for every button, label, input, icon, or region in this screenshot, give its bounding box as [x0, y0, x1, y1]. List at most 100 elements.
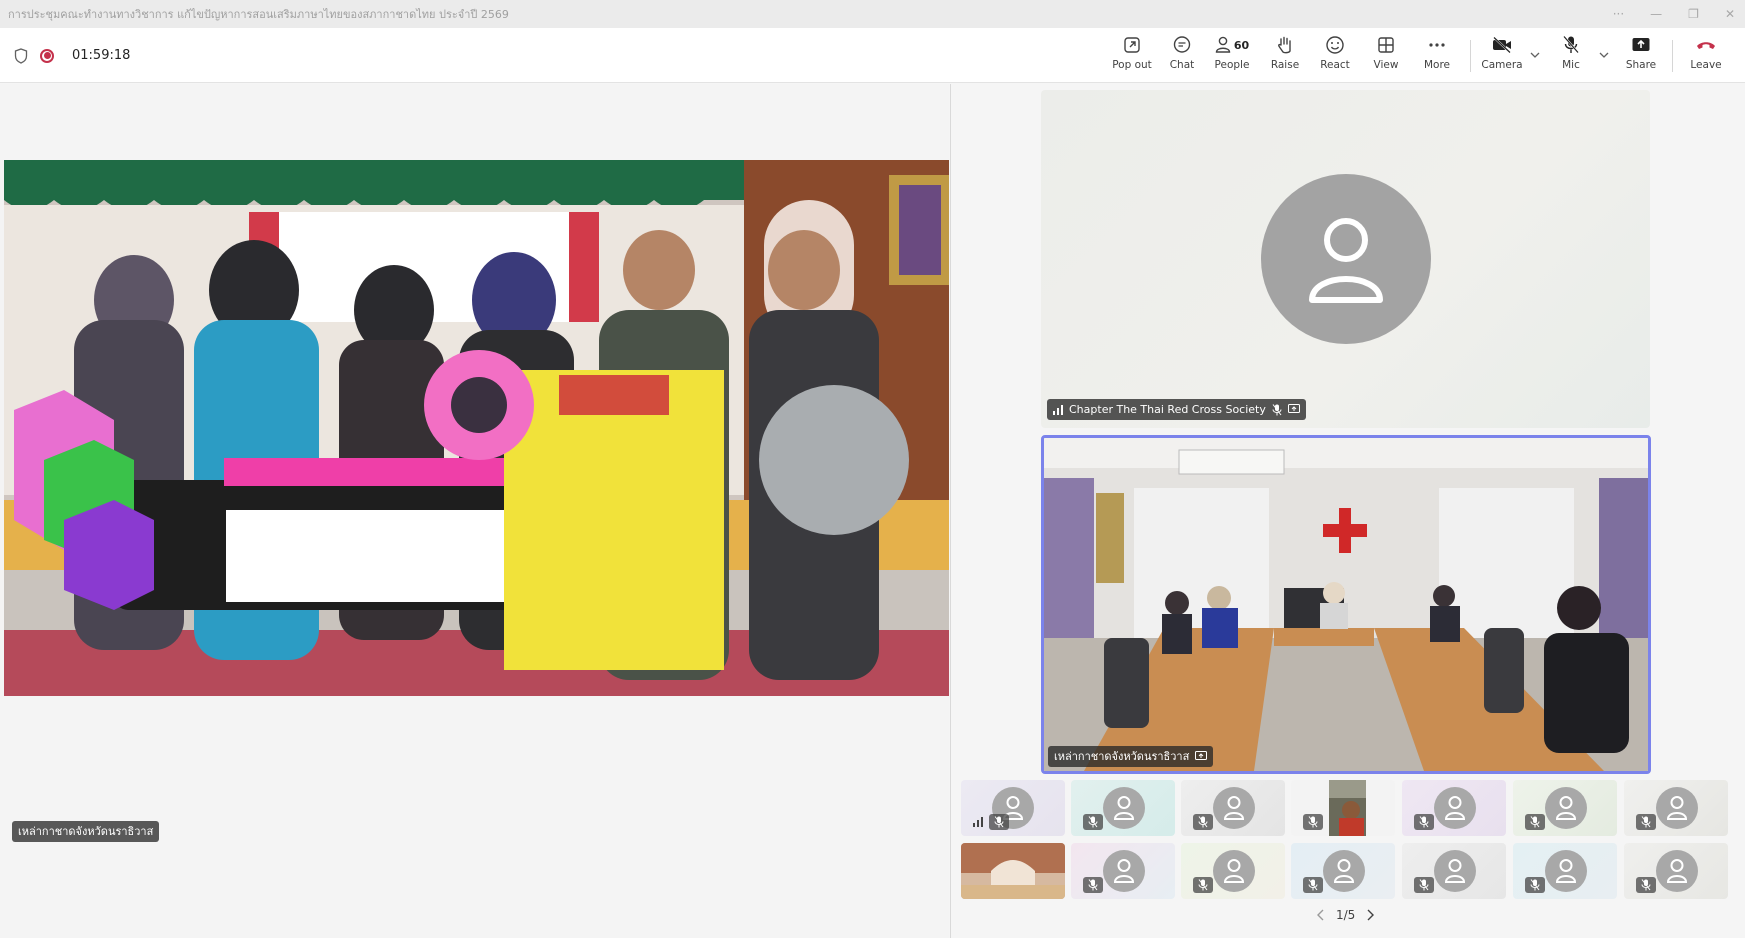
window-controls: ··· — ❐ ✕: [1613, 0, 1735, 28]
mic-off-icon: [1419, 879, 1429, 891]
share-icon: [1632, 38, 1650, 51]
participant-background-image: [961, 843, 1065, 899]
chat-label: Chat: [1169, 59, 1195, 71]
mic-muted-badge: [1083, 814, 1103, 830]
people-label: People: [1214, 59, 1250, 71]
mic-off-icon: [1563, 35, 1579, 54]
participant-thumbnail[interactable]: [1513, 843, 1617, 899]
person-icon: [1555, 859, 1577, 883]
participant-thumbnail[interactable]: [1291, 843, 1395, 899]
mic-label: Mic: [1562, 59, 1580, 71]
chat-button[interactable]: Chat: [1167, 34, 1197, 78]
share-label: Share: [1625, 59, 1657, 71]
toolbar-separator: [1672, 40, 1673, 72]
avatar: [1545, 850, 1587, 892]
screen-share-icon: [1287, 404, 1300, 413]
mic-off-icon: [1308, 879, 1318, 891]
participant-thumbnail[interactable]: [1181, 780, 1285, 836]
avatar: [1261, 174, 1431, 344]
mic-muted-badge: [1636, 814, 1656, 830]
chevron-left-icon[interactable]: [1316, 909, 1326, 921]
meeting-status: 01:59:18: [14, 28, 130, 83]
shield-icon[interactable]: [14, 47, 28, 64]
avatar: [1103, 850, 1145, 892]
participant-thumbnail[interactable]: [961, 843, 1065, 899]
popout-icon: [1124, 37, 1140, 53]
gallery-pager: 1/5: [1316, 908, 1375, 922]
mic-options-chevron-icon[interactable]: [1597, 48, 1611, 62]
camera-button[interactable]: Camera: [1481, 34, 1523, 78]
person-icon: [1444, 796, 1466, 820]
more-options-icon[interactable]: ···: [1613, 7, 1624, 21]
participant-label: เหล่ากาชาดจังหวัดนราธิวาส: [1048, 746, 1214, 767]
mic-muted-badge: [1414, 877, 1434, 893]
raise-hand-button[interactable]: Raise: [1270, 34, 1300, 78]
person-icon: [1555, 796, 1577, 820]
recording-icon[interactable]: [40, 48, 54, 63]
leave-button[interactable]: Leave: [1690, 34, 1722, 78]
participant-thumbnail[interactable]: [1402, 780, 1506, 836]
mic-muted-badge: [1303, 814, 1323, 830]
react-button[interactable]: React: [1320, 34, 1350, 78]
participant-name: เหล่ากาชาดจังหวัดนราธิวาส: [1054, 750, 1190, 763]
mic-muted-badge: [1525, 877, 1545, 893]
participant-thumbnail[interactable]: [1071, 843, 1175, 899]
mic-off-icon: [994, 816, 1004, 828]
react-label: React: [1320, 59, 1350, 71]
main-video-feed[interactable]: [4, 160, 949, 696]
popout-label: Pop out: [1112, 59, 1152, 71]
mic-muted-badge: [1636, 877, 1656, 893]
people-count: 60: [1233, 38, 1250, 52]
person-icon: [1113, 796, 1135, 820]
more-button[interactable]: More: [1423, 34, 1451, 78]
avatar: [1656, 850, 1698, 892]
participant-tile[interactable]: Chapter The Thai Red Cross Society: [1041, 90, 1650, 428]
camera-options-chevron-icon[interactable]: [1528, 48, 1542, 62]
participant-thumbnail[interactable]: [1071, 780, 1175, 836]
avatar: [1323, 850, 1365, 892]
person-icon: [1113, 859, 1135, 883]
participant-thumbnail[interactable]: [1402, 843, 1506, 899]
chevron-right-icon[interactable]: [1365, 909, 1375, 921]
popout-button[interactable]: Pop out: [1112, 34, 1152, 78]
avatar: [1434, 850, 1476, 892]
person-icon: [1666, 796, 1688, 820]
participant-thumbnail[interactable]: [1181, 843, 1285, 899]
stage-divider: [950, 84, 951, 938]
person-icon: [1444, 859, 1466, 883]
mic-muted-badge: [1414, 814, 1434, 830]
people-button[interactable]: 60 People: [1214, 34, 1250, 78]
person-icon: [1309, 218, 1383, 303]
view-button[interactable]: View: [1373, 34, 1399, 78]
leave-label: Leave: [1690, 59, 1722, 71]
participant-thumbnail[interactable]: [1624, 780, 1728, 836]
avatar: [1545, 787, 1587, 829]
camera-label: Camera: [1481, 59, 1523, 71]
minimize-icon[interactable]: —: [1650, 7, 1662, 21]
mic-off-icon: [1272, 403, 1282, 415]
signal-bars-icon: [1053, 404, 1063, 415]
avatar: [1656, 787, 1698, 829]
mic-off-icon: [1088, 879, 1098, 891]
toolbar-separator: [1470, 40, 1471, 72]
participant-thumbnail[interactable]: [961, 780, 1065, 836]
close-icon[interactable]: ✕: [1725, 7, 1735, 21]
mic-off-icon: [1088, 816, 1098, 828]
page-indicator: 1/5: [1336, 908, 1356, 922]
avatar: [1103, 787, 1145, 829]
more-label: More: [1423, 59, 1451, 71]
share-button[interactable]: Share: [1625, 34, 1657, 78]
participant-thumbnail[interactable]: [1624, 843, 1728, 899]
main-participant-name: เหล่ากาชาดจังหวัดนราธิวาส: [12, 821, 160, 842]
restore-icon[interactable]: ❐: [1688, 7, 1699, 21]
participant-name: Chapter The Thai Red Cross Society: [1069, 403, 1266, 416]
mic-button[interactable]: Mic: [1560, 34, 1582, 78]
mic-off-icon: [1308, 816, 1318, 828]
participant-thumbnail[interactable]: [1291, 780, 1395, 836]
raise-hand-icon: [1278, 36, 1291, 54]
react-icon: [1326, 36, 1344, 54]
participant-tile-active[interactable]: เหล่ากาชาดจังหวัดนราธิวาส: [1041, 435, 1651, 774]
more-icon: [1429, 43, 1445, 47]
mic-muted-badge: [1083, 877, 1103, 893]
participant-thumbnail[interactable]: [1513, 780, 1617, 836]
